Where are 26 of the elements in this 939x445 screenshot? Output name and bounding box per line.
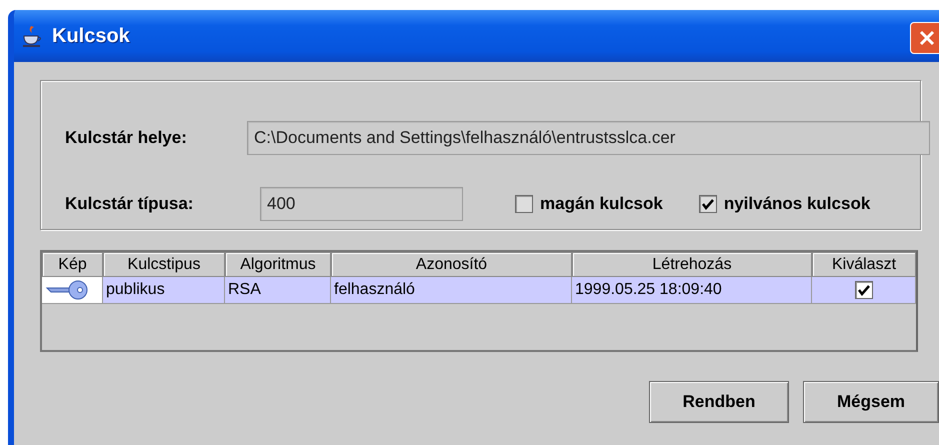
checkbox[interactable]: magán kulcsok bbox=[515, 194, 663, 214]
key-icon bbox=[45, 280, 89, 300]
column-header[interactable]: Algoritmus bbox=[225, 252, 331, 277]
column-header[interactable]: Kép bbox=[42, 252, 103, 277]
column-header[interactable]: Azonosító bbox=[331, 252, 572, 277]
ok-button[interactable]: Rendben bbox=[649, 381, 789, 423]
coffee-cup-icon bbox=[22, 24, 44, 48]
window-title: Kulcsok bbox=[52, 24, 130, 48]
checkbox-label: magán kulcsok bbox=[540, 194, 663, 214]
cancel-button[interactable]: Mégsem bbox=[803, 381, 939, 423]
close-button[interactable] bbox=[910, 22, 939, 54]
type-label: Kulcstár típusa: bbox=[65, 194, 194, 214]
close-icon bbox=[918, 29, 936, 47]
location-label: Kulcstár helye: bbox=[65, 128, 188, 148]
table-cell: felhasználó bbox=[331, 277, 572, 304]
column-header[interactable]: Kiválaszt bbox=[812, 252, 916, 277]
table-cell: publikus bbox=[103, 277, 225, 304]
column-header[interactable]: Létrehozás bbox=[572, 252, 812, 277]
checkbox-box[interactable] bbox=[698, 195, 717, 213]
checkbox-box[interactable] bbox=[854, 281, 872, 299]
table-cell: RSA bbox=[225, 277, 331, 304]
type-field[interactable]: 400 bbox=[260, 187, 463, 221]
column-header[interactable]: Kulcstipus bbox=[103, 252, 225, 277]
table-cell: 1999.05.25 18:09:40 bbox=[572, 277, 812, 304]
checkbox-box[interactable] bbox=[515, 195, 533, 213]
location-field[interactable]: C:\Documents and Settings\felhasználó\entrustsslca.cer bbox=[247, 121, 930, 155]
